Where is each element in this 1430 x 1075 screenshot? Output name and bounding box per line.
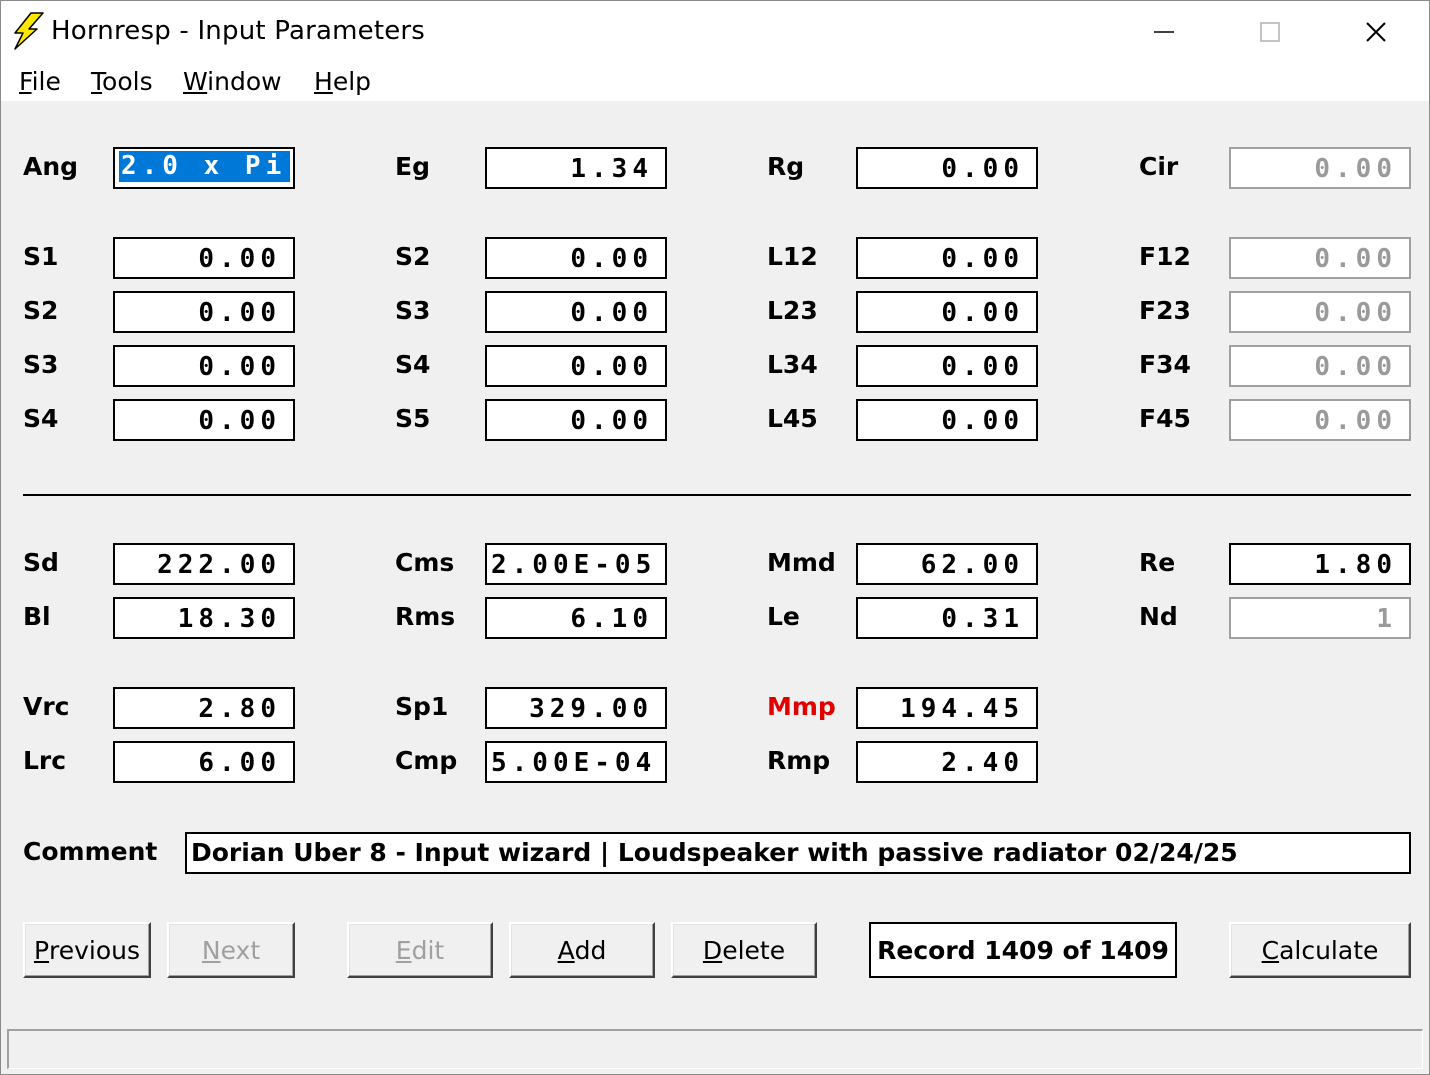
label-s1: S1 xyxy=(23,242,59,271)
previous-button[interactable]: Previous xyxy=(23,922,151,978)
label-nd: Nd xyxy=(1139,602,1178,631)
label-s5: S5 xyxy=(395,404,431,433)
input-parameters-panel: Ang 2.0 x Pi Eg 1.34 Rg 0.00 Cir 0.00 S1… xyxy=(1,101,1429,1021)
field-s5[interactable]: 0.00 xyxy=(485,399,667,441)
title-bar[interactable]: Hornresp - Input Parameters xyxy=(1,1,1429,63)
label-f23: F23 xyxy=(1139,296,1191,325)
label-f34: F34 xyxy=(1139,350,1191,379)
field-f45[interactable]: 0.00 xyxy=(1229,399,1411,441)
label-f45: F45 xyxy=(1139,404,1191,433)
field-bl[interactable]: 18.30 xyxy=(113,597,295,639)
field-mmd[interactable]: 62.00 xyxy=(856,543,1038,585)
hornresp-window: Hornresp - Input Parameters File Tools W… xyxy=(0,0,1430,1075)
label-s2: S2 xyxy=(395,242,431,271)
section-divider xyxy=(23,494,1411,496)
field-f12[interactable]: 0.00 xyxy=(1229,237,1411,279)
record-indicator: Record 1409 of 1409 xyxy=(869,922,1177,978)
label-s3: S3 xyxy=(395,296,431,325)
field-cir[interactable]: 0.00 xyxy=(1229,147,1411,189)
label-s4: S4 xyxy=(395,350,431,379)
field-s2[interactable]: 0.00 xyxy=(485,237,667,279)
field-sp1[interactable]: 329.00 xyxy=(485,687,667,729)
field-mmp[interactable]: 194.45 xyxy=(856,687,1038,729)
field-s2-row[interactable]: 0.00 xyxy=(113,291,295,333)
add-button[interactable]: Add xyxy=(509,922,655,978)
next-button[interactable]: Next xyxy=(167,922,295,978)
maximize-button[interactable] xyxy=(1217,1,1323,63)
label-l12: L12 xyxy=(767,242,818,271)
field-lrc[interactable]: 6.00 xyxy=(113,741,295,783)
field-l34[interactable]: 0.00 xyxy=(856,345,1038,387)
label-bl: Bl xyxy=(23,602,51,631)
field-s4-row[interactable]: 0.00 xyxy=(113,399,295,441)
label-le: Le xyxy=(767,602,800,631)
field-sd[interactable]: 222.00 xyxy=(113,543,295,585)
comment-field[interactable]: Dorian Uber 8 - Input wizard | Loudspeak… xyxy=(185,832,1411,874)
field-rmp[interactable]: 2.40 xyxy=(856,741,1038,783)
field-s3-row[interactable]: 0.00 xyxy=(113,345,295,387)
label-l34: L34 xyxy=(767,350,818,379)
field-ang[interactable]: 2.0 x Pi xyxy=(113,147,295,189)
delete-button[interactable]: Delete xyxy=(671,922,817,978)
menu-bar: File Tools Window Help xyxy=(1,63,1429,101)
minimize-icon xyxy=(1154,31,1174,33)
window-title: Hornresp - Input Parameters xyxy=(51,16,426,46)
label-rmp: Rmp xyxy=(767,746,831,775)
status-bar xyxy=(7,1029,1423,1069)
field-s1[interactable]: 0.00 xyxy=(113,237,295,279)
field-f34[interactable]: 0.00 xyxy=(1229,345,1411,387)
close-button[interactable] xyxy=(1323,1,1429,63)
label-s3-row: S3 xyxy=(23,350,59,379)
label-mmp: Mmp xyxy=(767,692,836,721)
label-l45: L45 xyxy=(767,404,818,433)
label-sp1: Sp1 xyxy=(395,692,449,721)
calculate-button[interactable]: Calculate xyxy=(1229,922,1411,978)
label-rms: Rms xyxy=(395,602,456,631)
field-eg[interactable]: 1.34 xyxy=(485,147,667,189)
label-s2-row: S2 xyxy=(23,296,59,325)
field-le[interactable]: 0.31 xyxy=(856,597,1038,639)
field-cmp[interactable]: 5.00E-04 xyxy=(485,741,667,783)
field-rg[interactable]: 0.00 xyxy=(856,147,1038,189)
edit-button[interactable]: Edit xyxy=(347,922,493,978)
label-eg: Eg xyxy=(395,152,430,181)
menu-window[interactable]: Window xyxy=(183,67,282,96)
lightning-bolt-icon xyxy=(14,12,44,50)
field-s4[interactable]: 0.00 xyxy=(485,345,667,387)
label-ang: Ang xyxy=(23,152,79,181)
label-sd: Sd xyxy=(23,548,59,577)
label-f12: F12 xyxy=(1139,242,1191,271)
label-s4-row: S4 xyxy=(23,404,59,433)
field-s3[interactable]: 0.00 xyxy=(485,291,667,333)
field-l23[interactable]: 0.00 xyxy=(856,291,1038,333)
menu-help[interactable]: Help xyxy=(314,67,371,96)
menu-tools[interactable]: Tools xyxy=(91,67,153,96)
menu-file[interactable]: File xyxy=(19,67,61,96)
minimize-button[interactable] xyxy=(1111,1,1217,63)
label-re: Re xyxy=(1139,548,1176,577)
field-rms[interactable]: 6.10 xyxy=(485,597,667,639)
maximize-icon xyxy=(1260,22,1280,42)
field-cms[interactable]: 2.00E-05 xyxy=(485,543,667,585)
field-re[interactable]: 1.80 xyxy=(1229,543,1411,585)
label-vrc: Vrc xyxy=(23,692,70,721)
field-nd[interactable]: 1 xyxy=(1229,597,1411,639)
close-icon xyxy=(1366,22,1386,42)
field-vrc[interactable]: 2.80 xyxy=(113,687,295,729)
field-f23[interactable]: 0.00 xyxy=(1229,291,1411,333)
field-l45[interactable]: 0.00 xyxy=(856,399,1038,441)
label-cir: Cir xyxy=(1139,152,1179,181)
label-comment: Comment xyxy=(23,837,158,866)
label-l23: L23 xyxy=(767,296,818,325)
label-cmp: Cmp xyxy=(395,746,458,775)
label-lrc: Lrc xyxy=(23,746,67,775)
label-cms: Cms xyxy=(395,548,455,577)
label-mmd: Mmd xyxy=(767,548,836,577)
field-l12[interactable]: 0.00 xyxy=(856,237,1038,279)
label-rg: Rg xyxy=(767,152,805,181)
